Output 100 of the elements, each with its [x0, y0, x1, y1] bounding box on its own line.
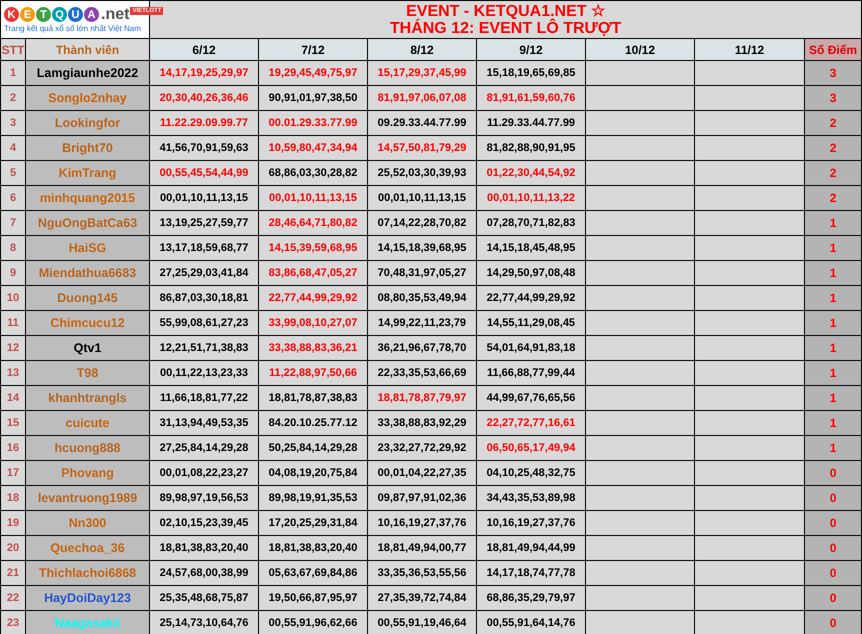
logo-letter: K: [4, 7, 19, 22]
pick-cell: 08,80,35,53,49,94: [368, 286, 477, 310]
member-name: Songlo2nhay: [26, 86, 150, 110]
pick-cell: 89,98,19,91,35,53: [258, 486, 368, 510]
member-name: Bright70: [26, 136, 150, 160]
pick-cell: 34,43,35,53,89,98: [476, 486, 586, 510]
pick-cell: 25,35,48,68,75,87: [150, 586, 259, 610]
row-number: 8: [0, 236, 26, 260]
score-cell: 1: [804, 310, 862, 336]
event-title: THÁNG 12: EVENT LÔ TRƯỢT: [388, 20, 622, 36]
pick-cell: 00,01,10,11,13,15: [258, 186, 368, 210]
score-cell: 0: [804, 536, 862, 560]
pick-cell: 90,91,01,97,38,50: [258, 86, 368, 110]
logo-letter: A: [84, 7, 99, 22]
pick-cell: 18,81,38,83,20,40: [150, 536, 259, 560]
pick-cell: 33,35,36,53,55,56: [368, 560, 477, 586]
pick-cell: 18,81,38,83,20,40: [258, 536, 368, 560]
member-name: Phovang: [26, 460, 150, 486]
member-name: HayDoiDay123: [26, 586, 150, 610]
member-name: Naagasakii: [26, 610, 150, 634]
pick-cell: 10,59,80,47,34,94: [258, 136, 368, 160]
row-number: 19: [0, 510, 26, 536]
score-cell: 2: [804, 160, 862, 186]
column-header: 8/12: [368, 38, 477, 60]
pick-cell: 00,11,22,13,23,33: [150, 360, 259, 386]
pick-cell: 04,08,19,20,75,84: [258, 460, 368, 486]
logo-letter: T: [36, 7, 51, 22]
pick-cell: 01,22,30,44,54,92: [476, 160, 586, 186]
row-number: 21: [0, 560, 26, 586]
pick-cell: 14,99,22,11,23,79: [368, 310, 477, 336]
score-cell: 1: [804, 236, 862, 260]
pick-cell: 14,55,11,29,08,45: [476, 310, 586, 336]
pick-cell: 20,30,40,26,36,46: [150, 86, 259, 110]
column-header: 7/12: [258, 38, 368, 60]
member-name: Quechoa_36: [26, 536, 150, 560]
pick-cell: 33,99,08,10,27,07: [258, 310, 368, 336]
row-number: 15: [0, 410, 26, 436]
row-number: 17: [0, 460, 26, 486]
pick-cell: 81,91,97,06,07,08: [368, 86, 477, 110]
pick-cell: 23,32,27,72,29,92: [368, 436, 477, 460]
pick-cell: 36,21,96,67,78,70: [368, 336, 477, 360]
pick-cell: 09,87,97,91,02,36: [368, 486, 477, 510]
pick-cell: 14,17,18,74,77,78: [476, 560, 586, 586]
column-header: STT: [0, 38, 26, 60]
member-name: hcuong888: [26, 436, 150, 460]
member-name: KimTrang: [26, 160, 150, 186]
member-name: Lookingfor: [26, 110, 150, 136]
pick-cell: 11,22,88,97,50,66: [258, 360, 368, 386]
member-name: minhquang2015: [26, 186, 150, 210]
row-number: 14: [0, 386, 26, 410]
member-name: cuicute: [26, 410, 150, 436]
pick-cell: 00,01,10,11,13,15: [150, 186, 259, 210]
member-name: Duong145: [26, 286, 150, 310]
pick-cell: 19,29,45,49,75,97: [258, 60, 368, 86]
score-cell: 2: [804, 136, 862, 160]
score-cell: 1: [804, 260, 862, 286]
pick-cell: 14,29,50,97,08,48: [476, 260, 586, 286]
pick-cell: 06,50,65,17,49,94: [476, 436, 586, 460]
score-cell: 0: [804, 610, 862, 634]
row-number: 4: [0, 136, 26, 160]
pick-cell: 13,17,18,59,68,77: [150, 236, 259, 260]
pick-cell: 27,25,29,03,41,84: [150, 260, 259, 286]
score-cell: 1: [804, 436, 862, 460]
member-name: Nn300: [26, 510, 150, 536]
member-name: Thichlachoi6868: [26, 560, 150, 586]
score-cell: 1: [804, 286, 862, 310]
row-number: 18: [0, 486, 26, 510]
pick-cell: 70,48,31,97,05,27: [368, 260, 477, 286]
row-number: 6: [0, 186, 26, 210]
pick-cell: 25,52,03,30,39,93: [368, 160, 477, 186]
pick-cell: 11,66,18,81,77,22: [150, 386, 259, 410]
column-header: 6/12: [150, 38, 259, 60]
pick-cell: 00,55,91,19,46,64: [368, 610, 477, 634]
row-number: 12: [0, 336, 26, 360]
pick-cell: 81,91,61,59,60,76: [476, 86, 586, 110]
row-number: 22: [0, 586, 26, 610]
pick-cell: 68,86,35,29,79,97: [476, 586, 586, 610]
pick-cell: 22,27,72,77,16,61: [476, 410, 586, 436]
pick-cell: 09.29.33.44.77.99: [368, 110, 477, 136]
row-number: 16: [0, 436, 26, 460]
pick-cell: 86,87,03,30,18,81: [150, 286, 259, 310]
pick-cell: 18,81,49,94,44,99: [476, 536, 586, 560]
score-cell: 0: [804, 586, 862, 610]
score-cell: 0: [804, 560, 862, 586]
pick-cell: 18,81,78,87,79,97: [368, 386, 477, 410]
score-cell: 1: [804, 336, 862, 360]
pick-cell: 54,01,64,91,83,18: [476, 336, 586, 360]
member-name: Qtv1: [26, 336, 150, 360]
row-number: 2: [0, 86, 26, 110]
pick-cell: 33,38,88,83,36,21: [258, 336, 368, 360]
pick-cell: 00,55,91,96,62,66: [258, 610, 368, 634]
pick-cell: 00,01,08,22,23,27: [150, 460, 259, 486]
logo-suffix: .net: [101, 6, 130, 24]
column-header: 10/12: [586, 38, 695, 60]
pick-cell: 00.01.29.33.77.99: [258, 110, 368, 136]
pick-cell: 14,57,50,81,79,29: [368, 136, 477, 160]
pick-cell: 22,33,35,53,66,69: [368, 360, 477, 386]
pick-cell: 15,17,29,37,45,99: [368, 60, 477, 86]
pick-cell: 17,20,25,29,31,84: [258, 510, 368, 536]
pick-cell: 27,25,84,14,29,28: [150, 436, 259, 460]
